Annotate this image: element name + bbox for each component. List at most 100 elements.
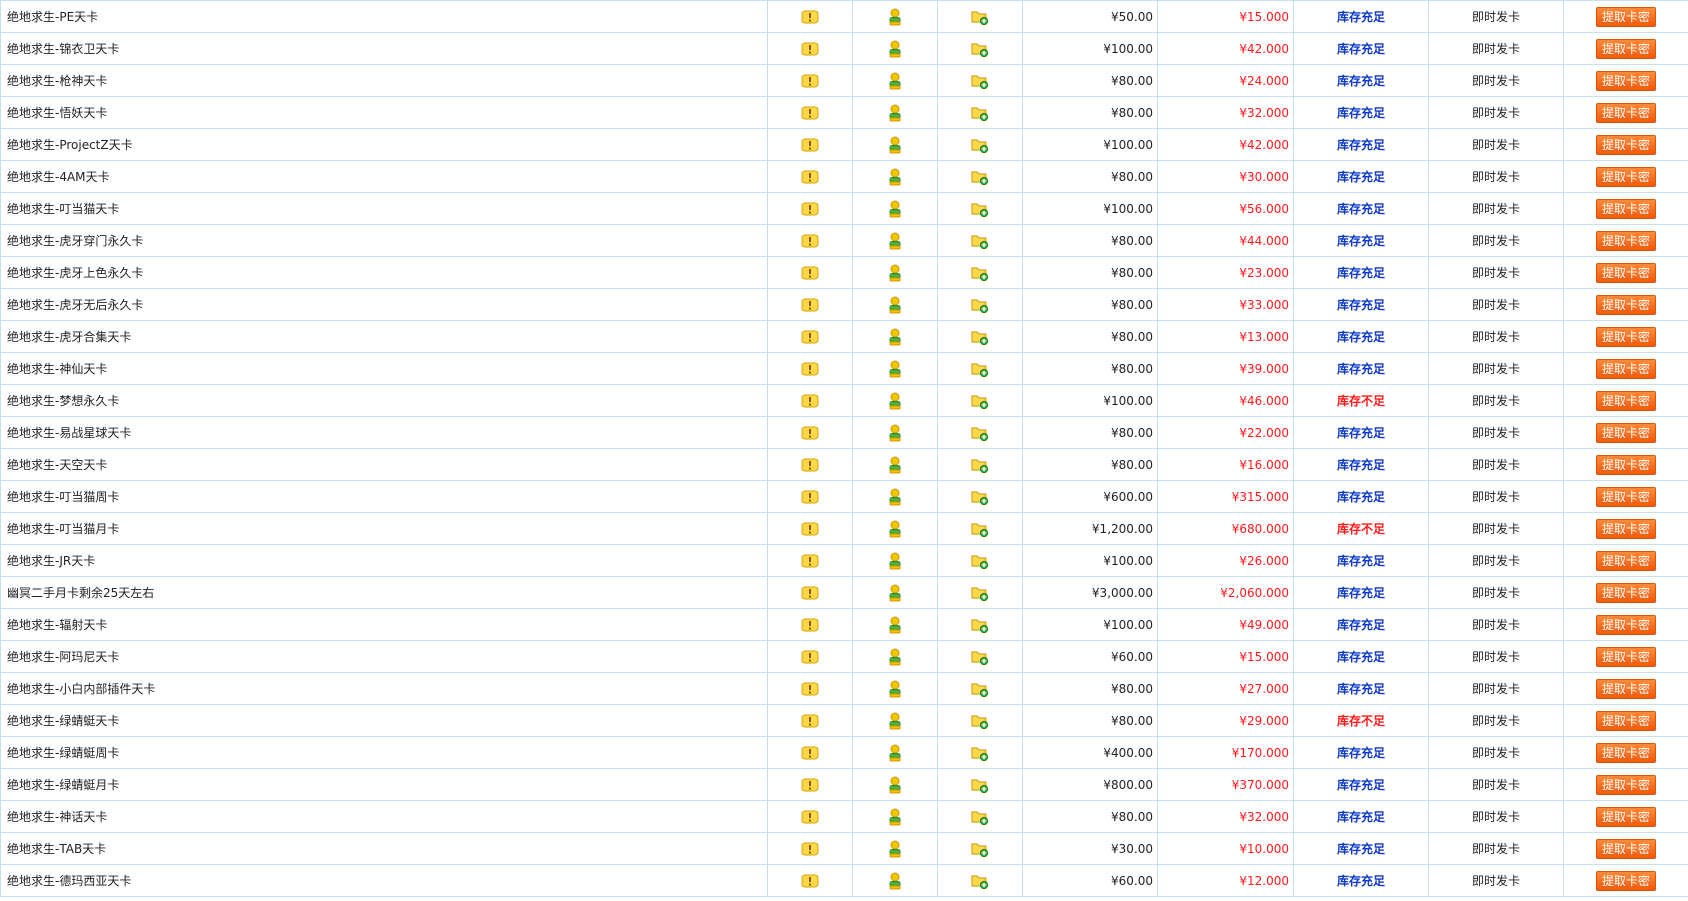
user-icon[interactable] — [888, 808, 902, 826]
folder-add-cell[interactable] — [937, 320, 1023, 353]
info-icon[interactable] — [801, 170, 819, 184]
info-cell[interactable] — [767, 288, 853, 321]
user-icon[interactable] — [888, 552, 902, 570]
user-cell[interactable] — [852, 224, 938, 257]
user-cell[interactable] — [852, 800, 938, 833]
info-cell[interactable] — [767, 320, 853, 353]
user-icon[interactable] — [888, 72, 902, 90]
info-cell[interactable] — [767, 0, 853, 33]
user-icon[interactable] — [888, 488, 902, 506]
info-cell[interactable] — [767, 256, 853, 289]
folder-add-icon[interactable] — [971, 425, 989, 441]
user-cell[interactable] — [852, 96, 938, 129]
folder-add-cell[interactable] — [937, 416, 1023, 449]
info-cell[interactable] — [767, 480, 853, 513]
folder-add-cell[interactable] — [937, 768, 1023, 801]
folder-add-icon[interactable] — [971, 329, 989, 345]
folder-add-cell[interactable] — [937, 384, 1023, 417]
info-cell[interactable] — [767, 608, 853, 641]
folder-add-cell[interactable] — [937, 544, 1023, 577]
extract-card-button[interactable]: 提取卡密 — [1595, 870, 1656, 891]
user-icon[interactable] — [888, 648, 902, 666]
info-icon[interactable] — [801, 266, 819, 280]
user-cell[interactable] — [852, 576, 938, 609]
folder-add-icon[interactable] — [971, 745, 989, 761]
folder-add-cell[interactable] — [937, 448, 1023, 481]
extract-card-button[interactable]: 提取卡密 — [1595, 582, 1656, 603]
info-icon[interactable] — [801, 394, 819, 408]
user-cell[interactable] — [852, 640, 938, 673]
info-cell[interactable] — [767, 576, 853, 609]
folder-add-icon[interactable] — [971, 393, 989, 409]
folder-add-icon[interactable] — [971, 457, 989, 473]
info-cell[interactable] — [767, 192, 853, 225]
user-cell[interactable] — [852, 736, 938, 769]
folder-add-cell[interactable] — [937, 224, 1023, 257]
info-cell[interactable] — [767, 352, 853, 385]
info-icon[interactable] — [801, 490, 819, 504]
user-cell[interactable] — [852, 160, 938, 193]
user-cell[interactable] — [852, 416, 938, 449]
extract-card-button[interactable]: 提取卡密 — [1595, 614, 1656, 635]
user-icon[interactable] — [888, 680, 902, 698]
user-icon[interactable] — [888, 328, 902, 346]
user-cell[interactable] — [852, 320, 938, 353]
extract-card-button[interactable]: 提取卡密 — [1595, 6, 1656, 27]
user-icon[interactable] — [888, 392, 902, 410]
folder-add-cell[interactable] — [937, 576, 1023, 609]
folder-add-cell[interactable] — [937, 608, 1023, 641]
info-cell[interactable] — [767, 832, 853, 865]
folder-add-cell[interactable] — [937, 32, 1023, 65]
extract-card-button[interactable]: 提取卡密 — [1595, 102, 1656, 123]
folder-add-icon[interactable] — [971, 105, 989, 121]
user-icon[interactable] — [888, 584, 902, 602]
folder-add-icon[interactable] — [971, 361, 989, 377]
user-cell[interactable] — [852, 256, 938, 289]
folder-add-icon[interactable] — [971, 841, 989, 857]
info-cell[interactable] — [767, 64, 853, 97]
user-icon[interactable] — [888, 104, 902, 122]
folder-add-cell[interactable] — [937, 160, 1023, 193]
info-icon[interactable] — [801, 778, 819, 792]
info-cell[interactable] — [767, 704, 853, 737]
folder-add-icon[interactable] — [971, 649, 989, 665]
info-icon[interactable] — [801, 10, 819, 24]
user-icon[interactable] — [888, 40, 902, 58]
user-icon[interactable] — [888, 232, 902, 250]
user-cell[interactable] — [852, 32, 938, 65]
extract-card-button[interactable]: 提取卡密 — [1595, 774, 1656, 795]
user-cell[interactable] — [852, 768, 938, 801]
folder-add-icon[interactable] — [971, 265, 989, 281]
extract-card-button[interactable]: 提取卡密 — [1595, 646, 1656, 667]
extract-card-button[interactable]: 提取卡密 — [1595, 486, 1656, 507]
info-cell[interactable] — [767, 800, 853, 833]
user-cell[interactable] — [852, 192, 938, 225]
folder-add-icon[interactable] — [971, 617, 989, 633]
info-icon[interactable] — [801, 362, 819, 376]
folder-add-icon[interactable] — [971, 681, 989, 697]
folder-add-cell[interactable] — [937, 128, 1023, 161]
extract-card-button[interactable]: 提取卡密 — [1595, 838, 1656, 859]
user-cell[interactable] — [852, 448, 938, 481]
user-icon[interactable] — [888, 456, 902, 474]
folder-add-icon[interactable] — [971, 585, 989, 601]
extract-card-button[interactable]: 提取卡密 — [1595, 806, 1656, 827]
info-cell[interactable] — [767, 384, 853, 417]
folder-add-cell[interactable] — [937, 736, 1023, 769]
folder-add-icon[interactable] — [971, 777, 989, 793]
user-icon[interactable] — [888, 616, 902, 634]
info-icon[interactable] — [801, 842, 819, 856]
extract-card-button[interactable]: 提取卡密 — [1595, 518, 1656, 539]
info-cell[interactable] — [767, 768, 853, 801]
user-cell[interactable] — [852, 384, 938, 417]
user-cell[interactable] — [852, 544, 938, 577]
folder-add-cell[interactable] — [937, 480, 1023, 513]
user-icon[interactable] — [888, 136, 902, 154]
extract-card-button[interactable]: 提取卡密 — [1595, 166, 1656, 187]
folder-add-icon[interactable] — [971, 41, 989, 57]
user-cell[interactable] — [852, 128, 938, 161]
user-icon[interactable] — [888, 744, 902, 762]
info-cell[interactable] — [767, 672, 853, 705]
info-icon[interactable] — [801, 42, 819, 56]
info-cell[interactable] — [767, 160, 853, 193]
